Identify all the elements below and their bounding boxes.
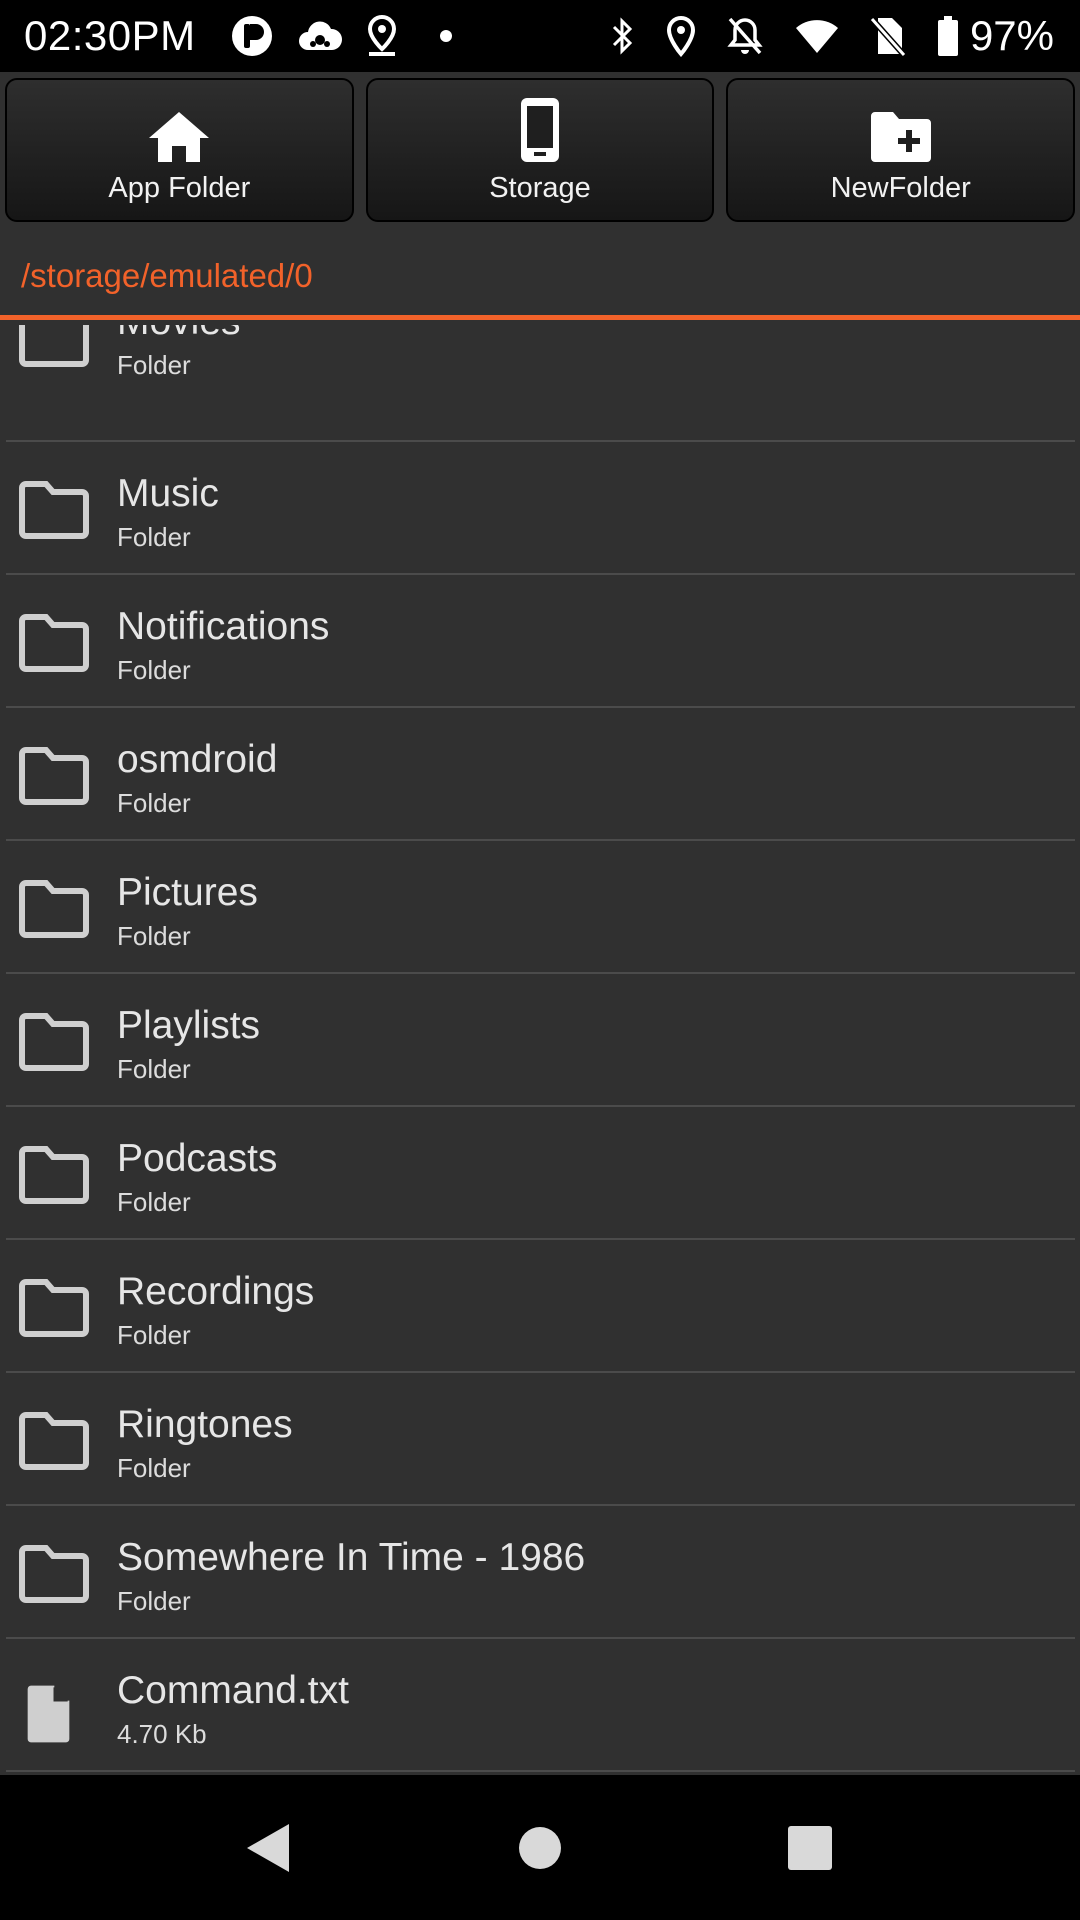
current-path: /storage/emulated/0 — [21, 257, 313, 294]
dot-icon — [439, 30, 452, 42]
list-item[interactable]: Ringtones Folder — [6, 1373, 1075, 1506]
item-size: 4.70 Kb — [117, 1719, 207, 1749]
list-item[interactable]: Movies Folder — [6, 325, 1075, 442]
item-type: Folder — [117, 522, 191, 552]
list-item[interactable]: Somewhere In Time - 1986 Folder — [6, 1506, 1075, 1639]
folder-icon — [19, 614, 89, 672]
list-item[interactable]: Music Folder — [6, 442, 1075, 575]
file-icon — [27, 1685, 70, 1743]
folder-icon — [19, 1412, 89, 1470]
folder-icon — [19, 1146, 89, 1204]
wifi-icon — [794, 17, 840, 55]
item-name: Playlists — [117, 1004, 261, 1047]
folder-icon — [19, 325, 89, 367]
item-name: Recordings — [117, 1270, 315, 1313]
item-name: Somewhere In Time - 1986 — [117, 1536, 586, 1579]
item-name: Music — [117, 472, 219, 515]
list-item[interactable]: Command.txt 4.70 Kb — [6, 1639, 1075, 1772]
phone-icon — [518, 96, 562, 164]
folder-icon — [19, 880, 89, 938]
app-folder-button[interactable]: App Folder — [5, 78, 354, 222]
path-header: /storage/emulated/0 — [0, 230, 1080, 320]
folder-icon — [19, 1013, 89, 1071]
recents-button[interactable] — [730, 1775, 890, 1920]
item-name: Movies — [117, 325, 241, 344]
list-item[interactable]: Recordings Folder — [6, 1240, 1075, 1373]
item-name: Podcasts — [117, 1137, 278, 1180]
battery-icon — [936, 15, 960, 57]
item-type: Folder — [117, 788, 191, 818]
location-icon — [666, 15, 696, 57]
item-name: Pictures — [117, 871, 258, 914]
file-list-inner: Movies Folder Music Folder Notifications… — [0, 325, 1080, 1772]
item-type: Folder — [117, 1187, 191, 1217]
cloud-icon — [296, 16, 344, 56]
item-name: Command.txt — [117, 1669, 349, 1712]
navigation-bar — [0, 1775, 1080, 1920]
list-item[interactable]: Playlists Folder — [6, 974, 1075, 1107]
list-item[interactable]: Pictures Folder — [6, 841, 1075, 974]
battery-percent: 97% — [969, 12, 1054, 59]
file-list[interactable]: Movies Folder Music Folder Notifications… — [0, 325, 1080, 1775]
folder-icon — [19, 481, 89, 539]
no-sim-icon — [869, 15, 906, 57]
home-icon — [147, 96, 211, 164]
toolbar: App Folder Storage NewFolder — [0, 72, 1080, 230]
folder-icon — [19, 1545, 89, 1603]
back-icon — [247, 1823, 289, 1872]
list-item[interactable]: Podcasts Folder — [6, 1107, 1075, 1240]
location-pin-icon — [366, 14, 398, 58]
item-type: Folder — [117, 1054, 191, 1084]
status-time: 02:30PM — [24, 12, 196, 59]
notifications-off-icon — [726, 15, 764, 57]
item-type: Folder — [117, 1320, 191, 1350]
new-folder-button[interactable]: NewFolder — [726, 78, 1076, 222]
app-folder-label: App Folder — [108, 171, 251, 204]
folder-plus-icon — [869, 96, 933, 164]
item-name: osmdroid — [117, 738, 278, 781]
item-type: Folder — [117, 350, 191, 380]
back-button[interactable] — [188, 1775, 348, 1920]
new-folder-label: NewFolder — [830, 171, 971, 204]
item-type: Folder — [117, 655, 191, 685]
item-type: Folder — [117, 1453, 191, 1483]
home-circle-icon — [519, 1826, 561, 1869]
recents-icon — [788, 1825, 832, 1870]
list-item[interactable]: Notifications Folder — [6, 575, 1075, 708]
folder-icon — [19, 1279, 89, 1337]
list-item[interactable]: osmdroid Folder — [6, 708, 1075, 841]
item-type: Folder — [117, 921, 191, 951]
item-name: Notifications — [117, 605, 330, 648]
item-name: Ringtones — [117, 1403, 293, 1446]
home-nav-button[interactable] — [460, 1775, 620, 1920]
storage-label: Storage — [489, 171, 591, 204]
bluetooth-icon — [610, 15, 636, 57]
status-bar: 02:30PM 97% — [0, 0, 1080, 72]
app-badge-icon — [230, 14, 274, 58]
item-type: Folder — [117, 1586, 191, 1616]
storage-button[interactable]: Storage — [365, 78, 715, 222]
folder-icon — [19, 747, 89, 805]
